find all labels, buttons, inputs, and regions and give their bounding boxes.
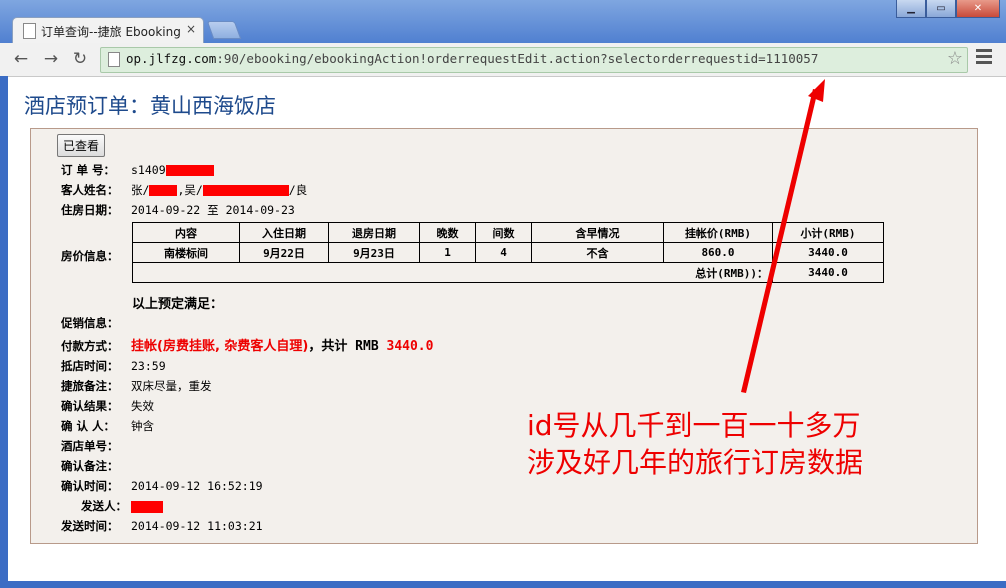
close-window-button[interactable]: ✕ — [956, 0, 1000, 18]
confirm-time-row: 确认时间： 2014-09-12 16:52:19 — [61, 478, 263, 494]
redaction — [131, 500, 163, 513]
stay-dates-row: 住房日期： 2014-09-22 至 2014-09-23 — [61, 202, 295, 218]
redaction — [149, 185, 178, 196]
sender-row: 发送人： — [61, 498, 163, 514]
hotel-order-row: 酒店单号： — [61, 438, 131, 454]
order-number-label: 订 单 号： — [61, 163, 116, 177]
confirmer-value: 钟含 — [131, 419, 154, 433]
send-time-label: 发送时间： — [61, 519, 119, 533]
annotation-line-1: id号从几千到一百一十多万 — [527, 409, 861, 442]
url-host: op.jlfzg.com — [126, 51, 217, 66]
table-cell: 1 — [419, 242, 476, 263]
col-header: 间数 — [475, 222, 532, 243]
url-text[interactable]: op.jlfzg.com:90/ebooking/ebookingAction!… — [126, 51, 818, 66]
stay-dates-value: 2014-09-22 至 2014-09-23 — [131, 203, 295, 217]
confirm-time-label: 确认时间： — [61, 479, 119, 493]
remark-row: 捷旅备注： 双床尽量，重发 — [61, 378, 212, 394]
confirm-remark-row: 确认备注： — [61, 458, 131, 474]
confirm-result-label: 确认结果： — [61, 399, 119, 413]
sender-label: 发送人： — [81, 499, 127, 513]
redaction — [165, 165, 214, 176]
col-header: 含早情况 — [531, 222, 664, 243]
tab-title: 订单查询--捷旅 Ebooking — [41, 25, 181, 39]
table-cell: 3440.0 — [772, 242, 884, 263]
col-header: 晚数 — [419, 222, 476, 243]
col-header: 挂帐价(RMB) — [663, 222, 773, 243]
maximize-button[interactable]: ▭ — [926, 0, 956, 18]
hotel-order-label: 酒店单号： — [61, 439, 119, 453]
table-cell: 4 — [475, 242, 532, 263]
remark-value: 双床尽量，重发 — [131, 379, 212, 393]
payment-row: 付款方式： 挂帐(房费挂账, 杂费客人自理)，共计 RMB 3440.0 — [61, 335, 433, 354]
forward-button[interactable]: → — [40, 49, 62, 69]
col-header: 内容 — [132, 222, 240, 243]
table-cell: 不含 — [531, 242, 664, 263]
browser-toolbar: ← → ↻ op.jlfzg.com:90/ebooking/ebookingA… — [0, 43, 1006, 77]
table-row: 南楼标间 9月22日 9月23日 1 4 不含 860.0 3440.0 — [132, 242, 884, 263]
order-panel: 已查看 订 单 号： s1409 客人姓名： 张/ ,吴/ /良 住房日期： 2014-0… — [30, 128, 978, 544]
confirm-time-value: 2014-09-12 16:52:19 — [131, 479, 263, 493]
guest-part1: 张/ — [131, 183, 150, 197]
order-number-row: 订 单 号： s1409 — [61, 162, 214, 178]
minimize-button[interactable]: ▁ — [896, 0, 926, 18]
satisfied-text: 以上预定满足： — [132, 297, 224, 312]
page-content: 酒店预订单：黄山西海饭店 已查看 订 单 号： s1409 客人姓名： 张/ ,吴/ /… — [8, 77, 1006, 581]
address-bar[interactable]: op.jlfzg.com:90/ebooking/ebookingAction!… — [100, 47, 968, 73]
page-icon — [108, 52, 120, 67]
url-path: :90/ebooking/ebookingAction!orderrequest… — [216, 51, 819, 66]
rate-table: 内容 入住日期 退房日期 晚数 间数 含早情况 挂帐价(RMB) 小计(RMB)… — [132, 222, 884, 283]
payment-amount: 3440.0 — [386, 339, 434, 354]
tab-close-icon[interactable]: × — [186, 22, 196, 36]
rate-table-header: 内容 入住日期 退房日期 晚数 间数 含早情况 挂帐价(RMB) 小计(RMB) — [132, 222, 884, 243]
redaction — [202, 185, 289, 196]
total-value: 3440.0 — [772, 262, 884, 283]
annotation-text: id号从几千到一百一十多万 涉及好几年的旅行订房数据 — [527, 407, 863, 481]
arrival-label: 抵店时间： — [61, 359, 119, 373]
promo-row: 促销信息： — [61, 315, 131, 331]
confirm-remark-label: 确认备注： — [61, 459, 119, 473]
browser-tab[interactable]: 订单查询--捷旅 Ebooking × — [12, 17, 204, 44]
menu-icon[interactable] — [976, 49, 992, 67]
table-cell: 南楼标间 — [132, 242, 240, 263]
table-cell: 860.0 — [663, 242, 773, 263]
total-row: 总计(RMB))： 3440.0 — [132, 262, 884, 283]
payment-method: 挂帐(房费挂账, 杂费客人自理) — [131, 339, 309, 354]
table-cell: 9月23日 — [328, 242, 420, 263]
payment-label: 付款方式： — [61, 339, 119, 353]
bookmark-star-icon[interactable]: ☆ — [947, 48, 963, 69]
arrival-row: 抵店时间： 23:59 — [61, 358, 166, 374]
arrival-value: 23:59 — [131, 359, 166, 373]
guest-part2: ,吴/ — [177, 183, 203, 197]
guest-label: 客人姓名： — [61, 183, 119, 197]
promo-label: 促销信息： — [61, 316, 119, 330]
send-time-row: 发送时间： 2014-09-12 11:03:21 — [61, 518, 263, 534]
confirm-result-row: 确认结果： 失效 — [61, 398, 154, 414]
col-header: 小计(RMB) — [772, 222, 884, 243]
reload-button[interactable]: ↻ — [69, 49, 91, 69]
page-icon — [23, 23, 36, 39]
rate-info-label: 房价信息： — [61, 249, 119, 263]
window-border-left — [0, 76, 8, 588]
confirmer-row: 确 认 人： 钟含 — [61, 418, 154, 434]
col-header: 入住日期 — [239, 222, 329, 243]
viewed-button[interactable]: 已查看 — [57, 134, 106, 157]
remark-label: 捷旅备注： — [61, 379, 119, 393]
stay-dates-label: 住房日期： — [61, 203, 119, 217]
send-time-value: 2014-09-12 11:03:21 — [131, 519, 263, 533]
payment-total-prefix: ，共计 RMB — [308, 339, 379, 354]
guest-part3: /良 — [288, 183, 308, 197]
back-button[interactable]: ← — [10, 49, 32, 69]
total-label: 总计(RMB))： — [132, 262, 773, 283]
confirm-result-value: 失效 — [131, 399, 154, 413]
col-header: 退房日期 — [328, 222, 420, 243]
table-cell: 9月22日 — [239, 242, 329, 263]
confirmer-label: 确 认 人： — [61, 419, 116, 433]
window-border-bottom — [0, 581, 1006, 588]
page-title: 酒店预订单：黄山西海饭店 — [24, 94, 276, 118]
order-number-value: s1409 — [131, 163, 166, 177]
guest-row: 客人姓名： 张/ ,吴/ /良 — [61, 182, 307, 198]
annotation-line-2: 涉及好几年的旅行订房数据 — [527, 446, 864, 479]
window-controls: ▁ ▭ ✕ — [896, 0, 1000, 18]
